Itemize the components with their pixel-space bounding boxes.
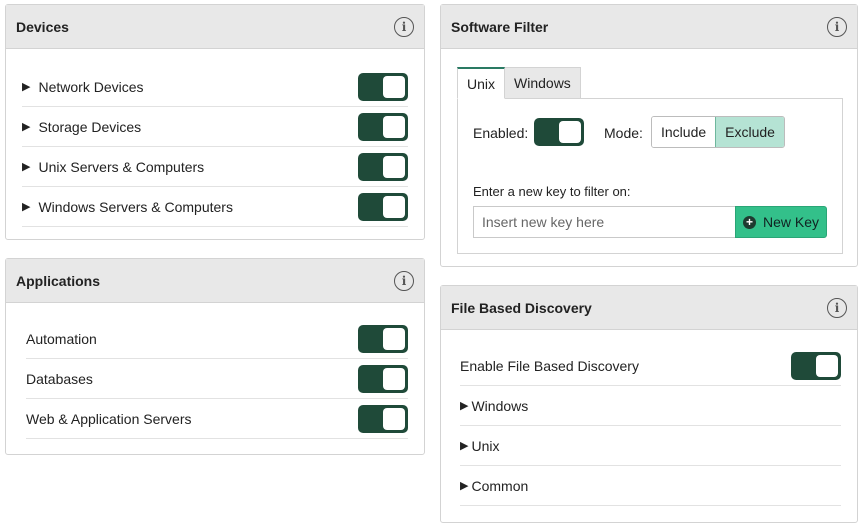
device-label: Windows Servers & Computers: [38, 198, 233, 215]
app-label: Automation: [26, 330, 97, 347]
plus-circle-icon: +: [742, 215, 756, 229]
key-prompt: Enter a new key to filter on:: [473, 184, 631, 199]
device-label: Network Devices: [38, 78, 144, 95]
file-discovery-toggle[interactable]: [791, 351, 841, 380]
databases-toggle[interactable]: [358, 364, 408, 393]
app-label: Databases: [26, 370, 93, 387]
device-label: Unix Servers & Computers: [38, 158, 205, 175]
device-row-network[interactable]: ▶ Network Devices: [22, 67, 408, 107]
file-discovery-item-unix[interactable]: ▶ Unix: [460, 426, 841, 466]
devices-title: Devices: [16, 18, 69, 35]
new-key-input[interactable]: [473, 206, 736, 238]
applications-panel: Applications i Automation Databases Web …: [5, 258, 425, 455]
unix-servers-toggle[interactable]: [358, 152, 408, 181]
filter-enabled-toggle[interactable]: [534, 118, 584, 146]
info-icon[interactable]: i: [394, 16, 414, 37]
app-label: Web & Application Servers: [26, 410, 192, 427]
windows-servers-toggle[interactable]: [358, 192, 408, 221]
automation-toggle[interactable]: [358, 324, 408, 353]
applications-title: Applications: [16, 272, 101, 289]
device-label: Storage Devices: [38, 118, 142, 135]
devices-panel: Devices i ▶ Network Devices ▶ Storage Devi…: [5, 4, 425, 240]
tab-windows[interactable]: Windows: [505, 67, 581, 99]
software-filter-panel: Software Filter i Unix Windows Enabled: …: [440, 4, 858, 267]
storage-devices-toggle[interactable]: [358, 112, 408, 141]
file-discovery-title: File Based Discovery: [451, 299, 592, 316]
info-icon[interactable]: i: [827, 16, 847, 37]
file-discovery-header: File Based Discovery i: [441, 286, 857, 330]
mode-label: Mode:: [604, 125, 643, 141]
mode-include-button[interactable]: Include: [652, 117, 716, 147]
info-icon[interactable]: i: [394, 270, 414, 291]
caret-right-icon: ▶: [22, 81, 31, 93]
web-servers-toggle[interactable]: [358, 404, 408, 433]
caret-right-icon: ▶: [22, 121, 31, 133]
file-discovery-item-common[interactable]: ▶ Common: [460, 466, 841, 506]
caret-right-icon: ▶: [460, 480, 469, 492]
mode-exclude-button[interactable]: Exclude: [715, 117, 784, 147]
file-discovery-item-label: Unix: [471, 437, 500, 454]
caret-right-icon: ▶: [460, 400, 469, 412]
app-row-web-servers: Web & Application Servers: [26, 399, 408, 439]
file-based-discovery-panel: File Based Discovery i Enable File Based…: [440, 285, 858, 523]
enabled-label: Enabled:: [473, 125, 529, 141]
software-filter-title: Software Filter: [451, 18, 549, 35]
software-filter-header: Software Filter i: [441, 5, 857, 49]
file-discovery-item-label: Windows: [471, 397, 529, 414]
mode-segmented-control: Include Exclude: [651, 116, 785, 148]
caret-right-icon: ▶: [22, 161, 31, 173]
filter-tabs: Unix Windows: [457, 67, 581, 99]
filter-tab-body: Enabled: Mode: Include Exclude Enter a n…: [457, 98, 843, 254]
file-discovery-item-windows[interactable]: ▶ Windows: [460, 386, 841, 426]
caret-right-icon: ▶: [22, 201, 31, 213]
enable-file-discovery-label: Enable File Based Discovery: [460, 357, 639, 374]
file-discovery-item-label: Common: [471, 477, 529, 494]
caret-right-icon: ▶: [460, 440, 469, 452]
app-row-automation: Automation: [26, 319, 408, 359]
file-discovery-enable-row: Enable File Based Discovery: [460, 346, 841, 386]
device-row-storage[interactable]: ▶ Storage Devices: [22, 107, 408, 147]
device-row-windows[interactable]: ▶ Windows Servers & Computers: [22, 187, 408, 227]
info-icon[interactable]: i: [827, 297, 847, 318]
device-row-unix[interactable]: ▶ Unix Servers & Computers: [22, 147, 408, 187]
tab-unix[interactable]: Unix: [457, 67, 506, 99]
applications-header: Applications i: [6, 259, 424, 303]
new-key-label: New Key: [762, 214, 820, 230]
app-row-databases: Databases: [26, 359, 408, 399]
devices-header: Devices i: [6, 5, 424, 49]
new-key-button[interactable]: + New Key: [735, 206, 827, 238]
network-devices-toggle[interactable]: [358, 72, 408, 101]
